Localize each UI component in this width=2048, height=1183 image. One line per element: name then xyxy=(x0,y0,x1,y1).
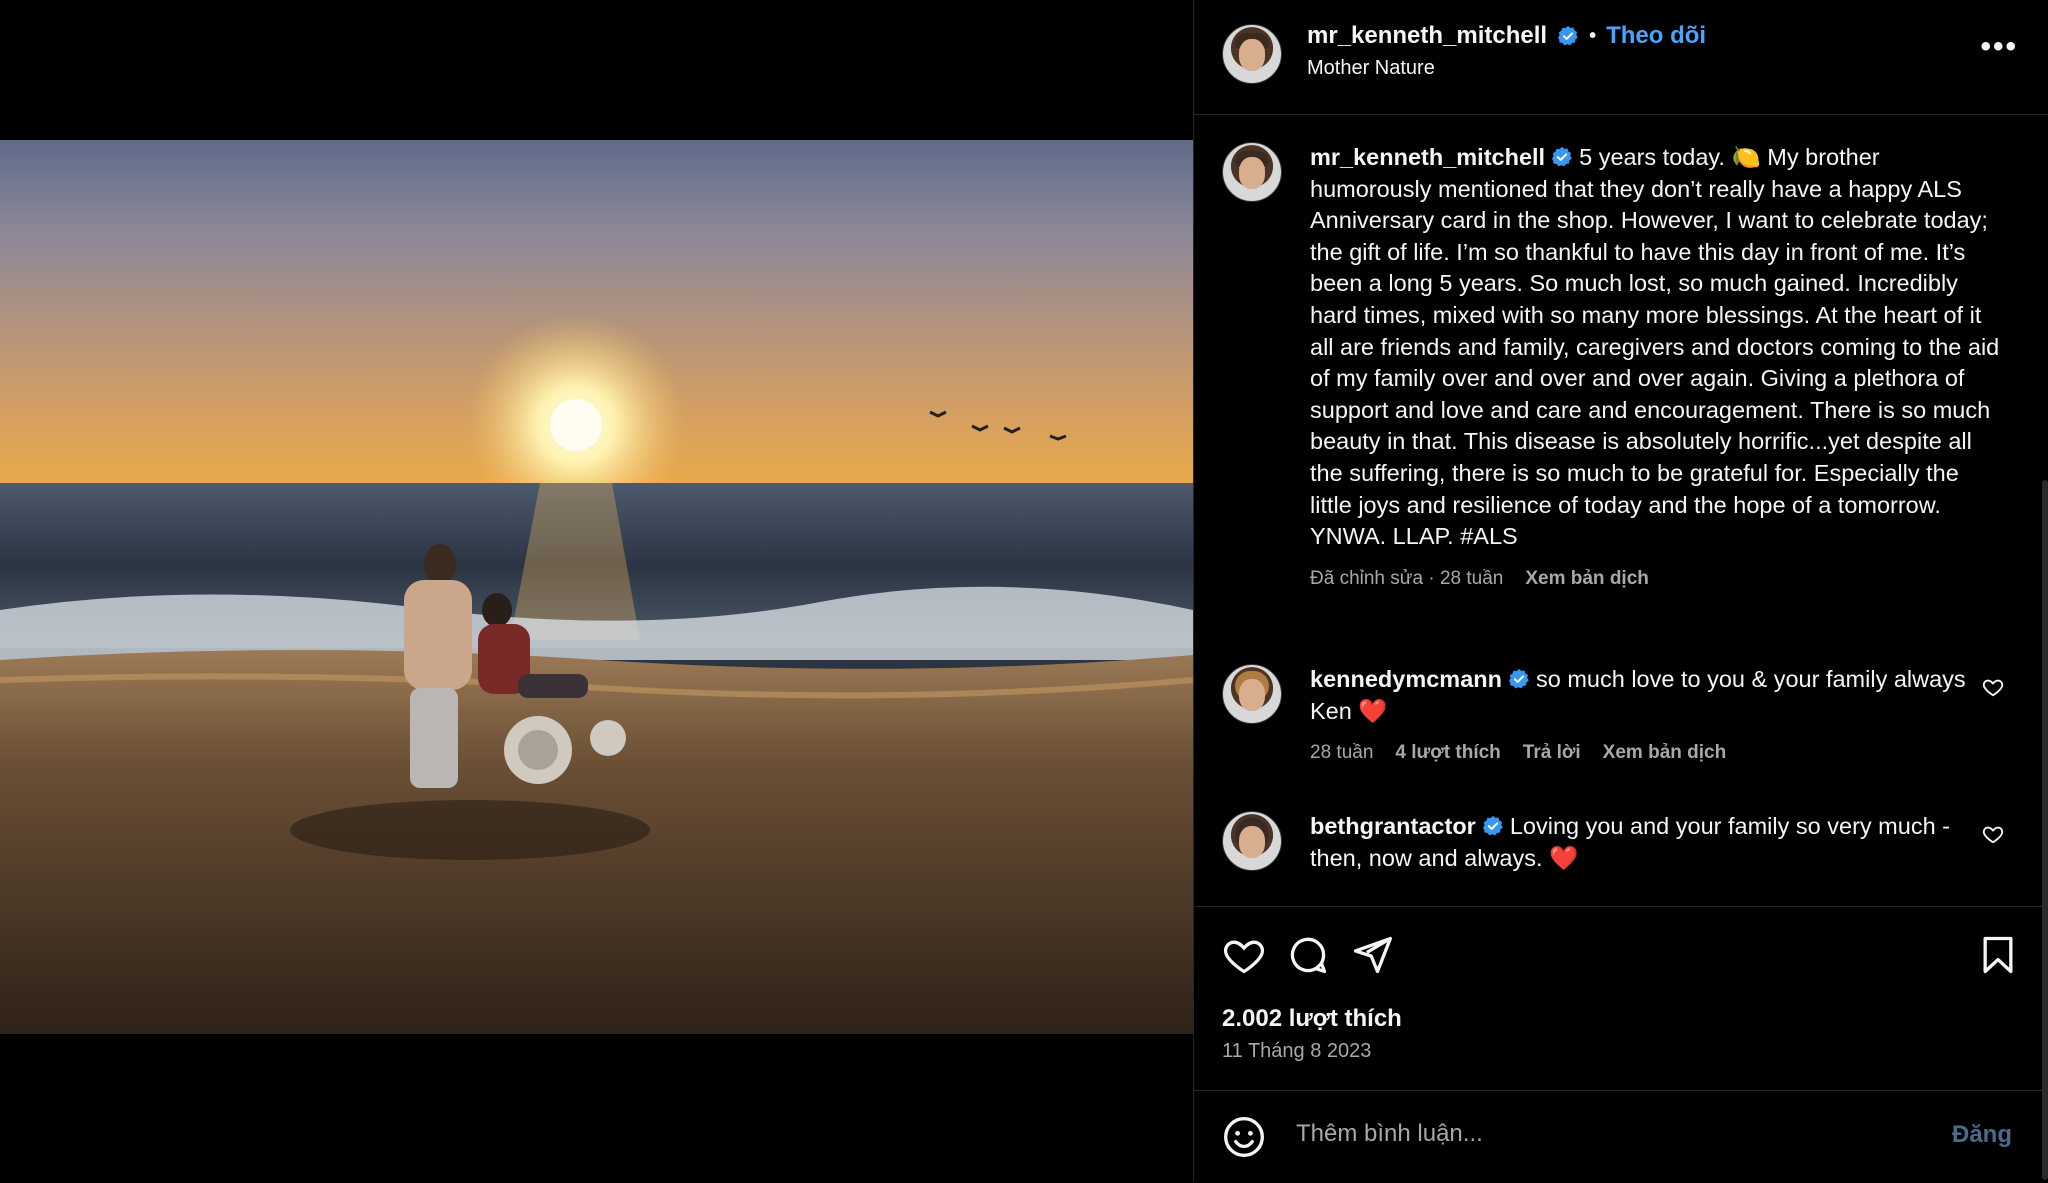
comment-like-heart-icon[interactable] xyxy=(1982,823,2004,845)
post-photo[interactable] xyxy=(0,140,1193,1034)
comment-username[interactable]: kennedymcmann xyxy=(1310,666,1502,692)
more-options-icon[interactable]: ••• xyxy=(1980,30,2018,64)
follow-button[interactable]: Theo dõi xyxy=(1606,22,1706,50)
comment-body: bethgrantactor Loving you and your family… xyxy=(1310,811,1970,874)
header-title-row: mr_kenneth_mitchell • Theo dõi xyxy=(1307,22,1706,50)
comment-bubble-icon[interactable] xyxy=(1286,933,1330,977)
verified-badge-icon xyxy=(1482,815,1503,836)
verified-badge-icon xyxy=(1508,668,1529,689)
likes-count[interactable]: 2.002 lượt thích xyxy=(1222,1005,1402,1033)
sunset-beach-scene xyxy=(0,315,1193,1034)
post-date: 11 Tháng 8 2023 xyxy=(1222,1040,1372,1062)
caption-translate-link[interactable]: Xem bản dịch xyxy=(1525,563,1649,595)
caption-body: mr_kenneth_mitchell 5 years today. 🍋 My b… xyxy=(1310,142,2000,594)
author-avatar[interactable] xyxy=(1222,24,1282,84)
comment-username[interactable]: bethgrantactor xyxy=(1310,813,1476,839)
avatar-face xyxy=(1239,679,1265,711)
caption-text: 5 years today. 🍋 My brother humorously m… xyxy=(1310,144,2000,550)
caption-meta: Đã chỉnh sửa · 28 tuần Xem bản dịch xyxy=(1310,563,2000,595)
media-panel xyxy=(0,0,1193,1182)
avatar-face xyxy=(1239,39,1265,71)
comment-translate-link[interactable]: Xem bản dịch xyxy=(1603,737,1727,769)
commenter-avatar[interactable] xyxy=(1222,811,1282,871)
comment-likes-link[interactable]: 4 lượt thích xyxy=(1395,737,1500,769)
verified-badge-icon xyxy=(1552,146,1572,167)
caption-edited-time: Đã chỉnh sửa · 28 tuần xyxy=(1310,567,1504,589)
comment-meta: 28 tuần 4 lượt thích Trả lời Xem bản dịc… xyxy=(1310,737,1970,769)
comment-reply-button[interactable]: Trả lời xyxy=(1523,737,1581,769)
comments-scroll-area[interactable]: mr_kenneth_mitchell 5 years today. 🍋 My b… xyxy=(1194,114,2048,906)
comment-like-heart-icon[interactable] xyxy=(1982,676,2004,698)
share-send-icon[interactable] xyxy=(1350,933,1394,977)
avatar-face xyxy=(1239,157,1265,189)
avatar-face xyxy=(1239,826,1265,858)
scrollbar[interactable] xyxy=(2042,480,2048,1180)
commenter-avatar[interactable] xyxy=(1222,664,1282,724)
caption-author-avatar[interactable] xyxy=(1222,142,1282,202)
comment-composer: Đăng xyxy=(1194,1090,2048,1183)
post-actions: 2.002 lượt thích 11 Tháng 8 2023 xyxy=(1194,906,2048,1091)
emoji-picker-icon[interactable] xyxy=(1222,1115,1266,1159)
post-comment-button[interactable]: Đăng xyxy=(1952,1121,2012,1149)
author-username[interactable]: mr_kenneth_mitchell xyxy=(1307,22,1547,50)
verified-badge-icon xyxy=(1558,25,1578,46)
save-bookmark-icon[interactable] xyxy=(1976,933,2020,977)
comment-input[interactable] xyxy=(1294,1119,1898,1149)
post-location[interactable]: Mother Nature xyxy=(1307,57,1435,80)
caption-username[interactable]: mr_kenneth_mitchell xyxy=(1310,144,1545,170)
post-header: mr_kenneth_mitchell • Theo dõi Mother Na… xyxy=(1194,0,2048,115)
post-sidebar: mr_kenneth_mitchell • Theo dõi Mother Na… xyxy=(1193,0,2048,1182)
comment-age: 28 tuần xyxy=(1310,742,1374,764)
separator-dot: • xyxy=(1589,24,1597,47)
like-heart-icon[interactable] xyxy=(1222,933,1266,977)
comment-body: kennedymcmann so much love to you & your … xyxy=(1310,664,1970,769)
